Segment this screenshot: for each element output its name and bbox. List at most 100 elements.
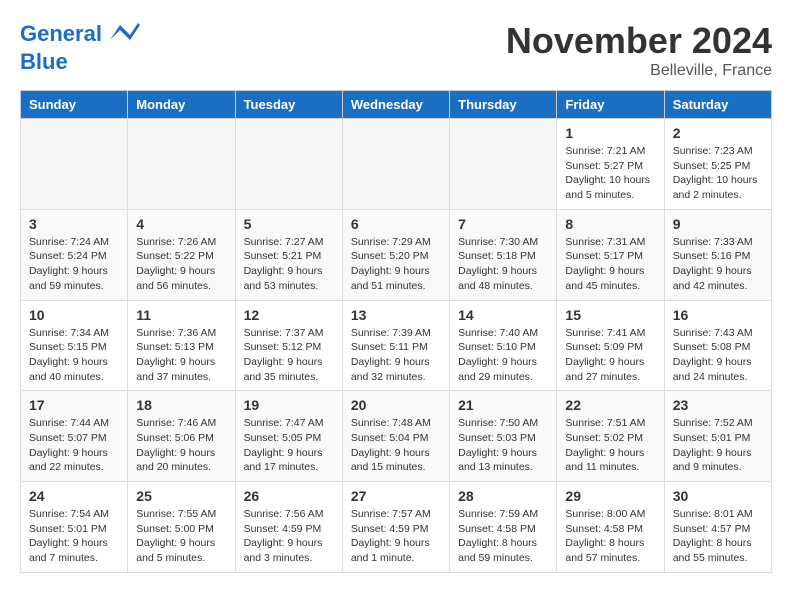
- day-cell: 20Sunrise: 7:48 AM Sunset: 5:04 PM Dayli…: [342, 391, 449, 482]
- logo: General Blue: [20, 20, 140, 74]
- day-info: Sunrise: 7:40 AM Sunset: 5:10 PM Dayligh…: [458, 326, 548, 385]
- day-cell: 28 Sunrise: 7:59 AM Sunset: 4:58 PM Dayli…: [450, 482, 557, 573]
- day-number: 29: [565, 488, 655, 504]
- day-cell: 30 Sunrise: 8:01 AM Sunset: 4:57 PM Dayli…: [664, 482, 771, 573]
- day-number: 18: [136, 397, 226, 413]
- day-cell: [342, 119, 449, 210]
- day-cell: 4 Sunrise: 7:26 AM Sunset: 5:22 PM Daylig…: [128, 209, 235, 300]
- day-number: 21: [458, 397, 548, 413]
- day-number: 17: [29, 397, 119, 413]
- day-number: 5: [244, 216, 334, 232]
- day-cell: 29Sunrise: 8:00 AM Sunset: 4:58 PM Dayli…: [557, 482, 664, 573]
- day-info: Sunrise: 7:47 AM Sunset: 5:05 PM Dayligh…: [244, 416, 334, 475]
- col-header-tuesday: Tuesday: [235, 91, 342, 119]
- day-info: Sunrise: 7:21 AM Sunset: 5:27 PM Dayligh…: [565, 144, 655, 203]
- day-number: 25: [136, 488, 226, 504]
- day-info: Sunrise: 7:52 AM Sunset: 5:01 PM Dayligh…: [673, 416, 763, 475]
- day-cell: 19 Sunrise: 7:47 AM Sunset: 5:05 PM Dayli…: [235, 391, 342, 482]
- day-cell: 13 Sunrise: 7:39 AM Sunset: 5:11 PM Dayli…: [342, 300, 449, 391]
- day-cell: 16 Sunrise: 7:43 AM Sunset: 5:08 PM Dayli…: [664, 300, 771, 391]
- day-info: Sunrise: 7:34 AM Sunset: 5:15 PM Dayligh…: [29, 326, 119, 385]
- header-row: SundayMondayTuesdayWednesdayThursdayFrid…: [21, 91, 772, 119]
- day-cell: 24 Sunrise: 7:54 AM Sunset: 5:01 PM Dayli…: [21, 482, 128, 573]
- day-number: 13: [351, 307, 441, 323]
- day-info: Sunrise: 7:50 AM Sunset: 5:03 PM Dayligh…: [458, 416, 548, 475]
- day-number: 16: [673, 307, 763, 323]
- day-cell: 1 Sunrise: 7:21 AM Sunset: 5:27 PM Daylig…: [557, 119, 664, 210]
- day-number: 4: [136, 216, 226, 232]
- day-number: 11: [136, 307, 226, 323]
- day-info: Sunrise: 7:56 AM Sunset: 4:59 PM Dayligh…: [244, 507, 334, 566]
- day-cell: 25Sunrise: 7:55 AM Sunset: 5:00 PM Dayli…: [128, 482, 235, 573]
- logo-text2: Blue: [20, 50, 140, 74]
- day-cell: [128, 119, 235, 210]
- day-info: Sunrise: 7:44 AM Sunset: 5:07 PM Dayligh…: [29, 416, 119, 475]
- day-number: 1: [565, 125, 655, 141]
- day-cell: 22 Sunrise: 7:51 AM Sunset: 5:02 PM Dayli…: [557, 391, 664, 482]
- day-info: Sunrise: 8:01 AM Sunset: 4:57 PM Dayligh…: [673, 507, 763, 566]
- day-number: 24: [29, 488, 119, 504]
- day-info: Sunrise: 7:43 AM Sunset: 5:08 PM Dayligh…: [673, 326, 763, 385]
- day-cell: 2Sunrise: 7:23 AM Sunset: 5:25 PM Daylig…: [664, 119, 771, 210]
- week-row-5: 24 Sunrise: 7:54 AM Sunset: 5:01 PM Dayli…: [21, 482, 772, 573]
- day-number: 14: [458, 307, 548, 323]
- day-number: 26: [244, 488, 334, 504]
- day-info: Sunrise: 7:59 AM Sunset: 4:58 PM Dayligh…: [458, 507, 548, 566]
- col-header-saturday: Saturday: [664, 91, 771, 119]
- week-row-3: 10 Sunrise: 7:34 AM Sunset: 5:15 PM Dayli…: [21, 300, 772, 391]
- day-info: Sunrise: 7:51 AM Sunset: 5:02 PM Dayligh…: [565, 416, 655, 475]
- day-info: Sunrise: 7:36 AM Sunset: 5:13 PM Dayligh…: [136, 326, 226, 385]
- day-info: Sunrise: 7:33 AM Sunset: 5:16 PM Dayligh…: [673, 235, 763, 294]
- day-cell: 3Sunrise: 7:24 AM Sunset: 5:24 PM Daylig…: [21, 209, 128, 300]
- day-cell: 11 Sunrise: 7:36 AM Sunset: 5:13 PM Dayli…: [128, 300, 235, 391]
- day-info: Sunrise: 7:54 AM Sunset: 5:01 PM Dayligh…: [29, 507, 119, 566]
- day-number: 10: [29, 307, 119, 323]
- day-info: Sunrise: 7:27 AM Sunset: 5:21 PM Dayligh…: [244, 235, 334, 294]
- day-cell: 17 Sunrise: 7:44 AM Sunset: 5:07 PM Dayli…: [21, 391, 128, 482]
- day-info: Sunrise: 7:46 AM Sunset: 5:06 PM Dayligh…: [136, 416, 226, 475]
- day-number: 23: [673, 397, 763, 413]
- day-info: Sunrise: 7:29 AM Sunset: 5:20 PM Dayligh…: [351, 235, 441, 294]
- day-info: Sunrise: 7:39 AM Sunset: 5:11 PM Dayligh…: [351, 326, 441, 385]
- week-row-1: 1 Sunrise: 7:21 AM Sunset: 5:27 PM Daylig…: [21, 119, 772, 210]
- location: Belleville, France: [506, 62, 772, 80]
- week-row-2: 3Sunrise: 7:24 AM Sunset: 5:24 PM Daylig…: [21, 209, 772, 300]
- day-cell: [21, 119, 128, 210]
- day-cell: 14 Sunrise: 7:40 AM Sunset: 5:10 PM Dayli…: [450, 300, 557, 391]
- title-block: November 2024 Belleville, France: [506, 20, 772, 80]
- col-header-friday: Friday: [557, 91, 664, 119]
- day-number: 12: [244, 307, 334, 323]
- day-info: Sunrise: 7:37 AM Sunset: 5:12 PM Dayligh…: [244, 326, 334, 385]
- day-number: 6: [351, 216, 441, 232]
- col-header-sunday: Sunday: [21, 91, 128, 119]
- day-cell: 21 Sunrise: 7:50 AM Sunset: 5:03 PM Dayli…: [450, 391, 557, 482]
- day-info: Sunrise: 7:48 AM Sunset: 5:04 PM Dayligh…: [351, 416, 441, 475]
- day-info: Sunrise: 7:26 AM Sunset: 5:22 PM Dayligh…: [136, 235, 226, 294]
- logo-text: General: [20, 20, 140, 50]
- day-cell: 7Sunrise: 7:30 AM Sunset: 5:18 PM Daylig…: [450, 209, 557, 300]
- day-cell: 6 Sunrise: 7:29 AM Sunset: 5:20 PM Daylig…: [342, 209, 449, 300]
- day-number: 28: [458, 488, 548, 504]
- calendar-table: SundayMondayTuesdayWednesdayThursdayFrid…: [20, 90, 772, 573]
- day-number: 15: [565, 307, 655, 323]
- day-number: 19: [244, 397, 334, 413]
- day-cell: [450, 119, 557, 210]
- day-number: 22: [565, 397, 655, 413]
- day-info: Sunrise: 7:24 AM Sunset: 5:24 PM Dayligh…: [29, 235, 119, 294]
- day-cell: 10 Sunrise: 7:34 AM Sunset: 5:15 PM Dayli…: [21, 300, 128, 391]
- day-cell: [235, 119, 342, 210]
- day-number: 7: [458, 216, 548, 232]
- day-cell: 26 Sunrise: 7:56 AM Sunset: 4:59 PM Dayli…: [235, 482, 342, 573]
- month-title: November 2024: [506, 20, 772, 62]
- col-header-thursday: Thursday: [450, 91, 557, 119]
- day-number: 30: [673, 488, 763, 504]
- day-cell: 9 Sunrise: 7:33 AM Sunset: 5:16 PM Daylig…: [664, 209, 771, 300]
- day-info: Sunrise: 7:31 AM Sunset: 5:17 PM Dayligh…: [565, 235, 655, 294]
- col-header-wednesday: Wednesday: [342, 91, 449, 119]
- day-number: 9: [673, 216, 763, 232]
- day-cell: 18 Sunrise: 7:46 AM Sunset: 5:06 PM Dayli…: [128, 391, 235, 482]
- day-cell: 27Sunrise: 7:57 AM Sunset: 4:59 PM Dayli…: [342, 482, 449, 573]
- day-info: Sunrise: 7:41 AM Sunset: 5:09 PM Dayligh…: [565, 326, 655, 385]
- day-info: Sunrise: 7:23 AM Sunset: 5:25 PM Dayligh…: [673, 144, 763, 203]
- day-number: 8: [565, 216, 655, 232]
